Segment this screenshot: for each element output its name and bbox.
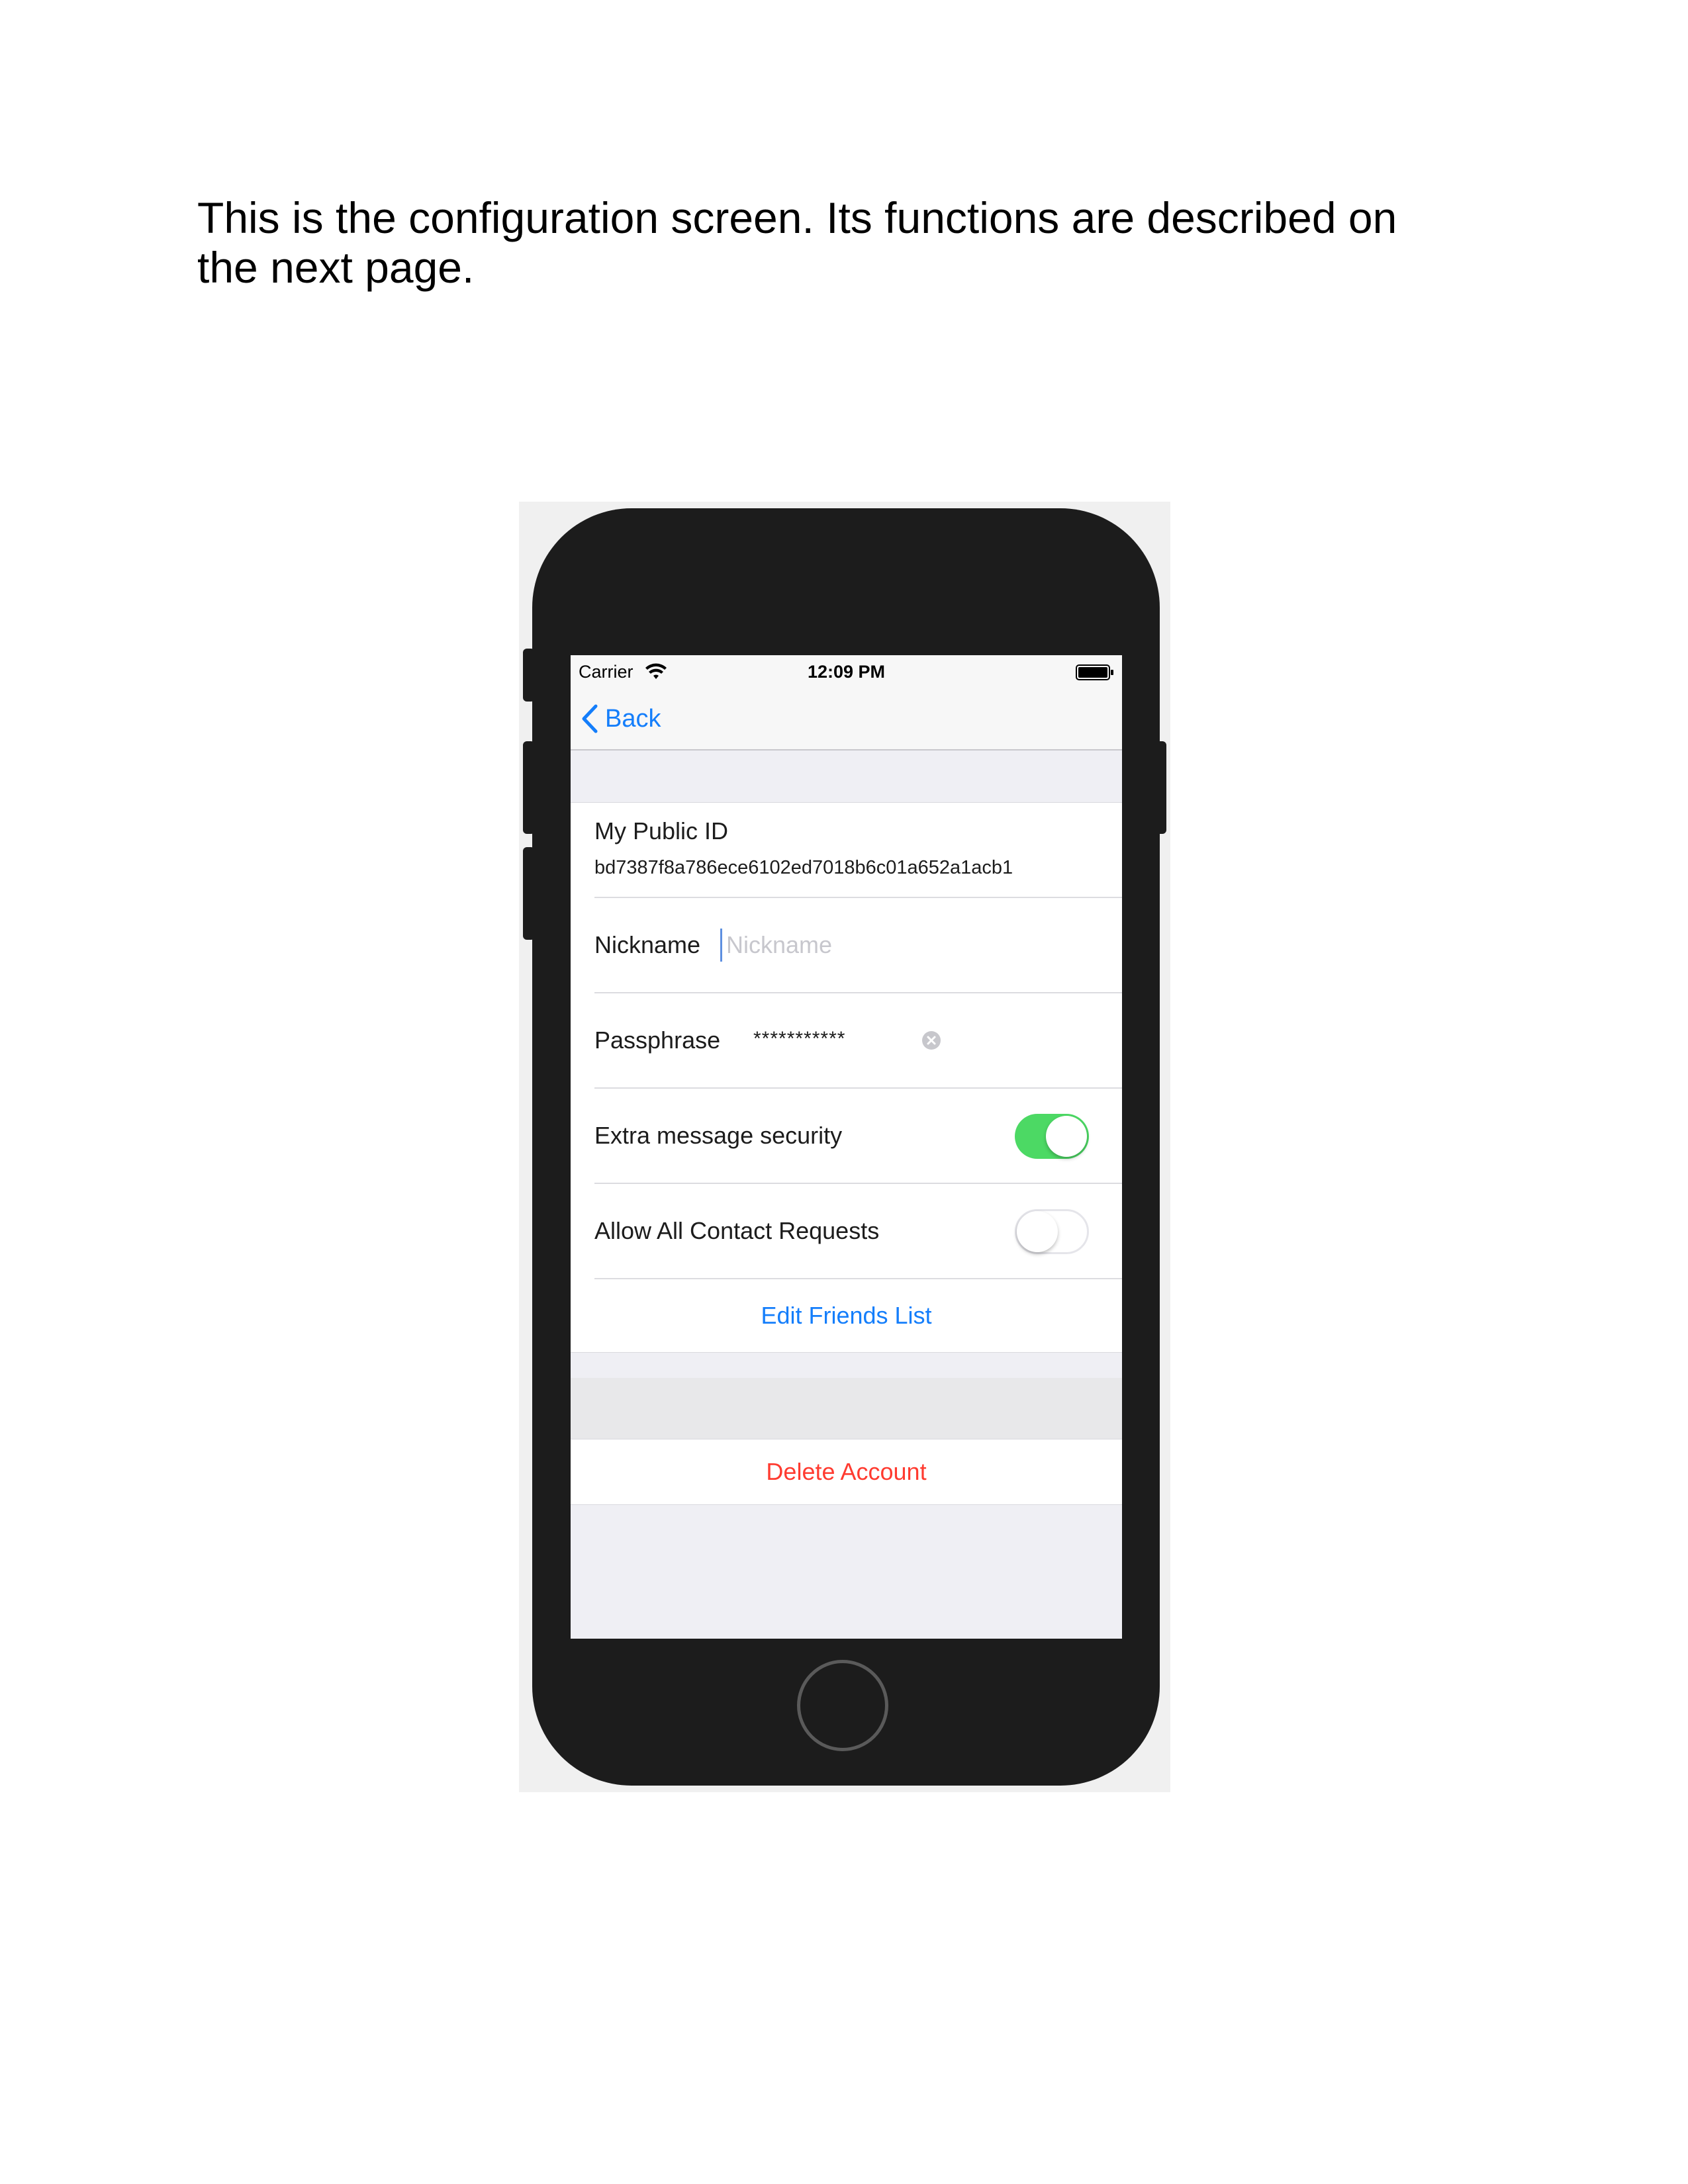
status-time: 12:09 PM (807, 662, 886, 682)
edit-friends-button[interactable]: Edit Friends List (571, 1302, 1122, 1330)
nickname-row: Nickname (571, 898, 1122, 993)
passphrase-field[interactable]: *********** (753, 1028, 845, 1050)
edit-friends-row[interactable]: Edit Friends List (571, 1279, 1122, 1352)
extra-security-row: Extra message security (571, 1089, 1122, 1184)
clear-icon[interactable] (921, 1030, 941, 1050)
nickname-input[interactable] (720, 929, 1097, 962)
passphrase-label: Passphrase (594, 1026, 721, 1054)
settings-group: My Public ID bd7387f8a786ece6102ed7018b6… (571, 802, 1122, 1353)
extra-security-toggle[interactable] (1015, 1114, 1089, 1159)
delete-account-button[interactable]: Delete Account (571, 1458, 1122, 1486)
allow-requests-row: Allow All Contact Requests (571, 1184, 1122, 1279)
section-spacer (571, 1378, 1122, 1439)
phone-screen: Carrier 12:09 PM Back My Public ID bd738… (571, 655, 1122, 1639)
page-caption: This is the configuration screen. Its fu… (197, 193, 1488, 293)
navigation-bar: Carrier 12:09 PM Back (571, 655, 1122, 751)
toggle-knob (1046, 1116, 1087, 1157)
allow-requests-label: Allow All Contact Requests (594, 1217, 880, 1244)
document-page: This is the configuration screen. Its fu… (0, 0, 1688, 2184)
passphrase-row: Passphrase *********** (571, 993, 1122, 1089)
back-button[interactable]: Back (581, 700, 661, 737)
public-id-row: My Public ID bd7387f8a786ece6102ed7018b6… (571, 803, 1122, 898)
caption-line-2: the next page. (197, 243, 475, 292)
battery-icon (1076, 664, 1113, 680)
delete-group: Delete Account (571, 1439, 1122, 1505)
caption-line-1: This is the configuration screen. Its fu… (197, 193, 1397, 242)
allow-requests-toggle[interactable] (1015, 1209, 1089, 1254)
nickname-label: Nickname (594, 931, 701, 958)
back-label: Back (605, 704, 661, 733)
public-id-label: My Public ID (594, 817, 729, 844)
extra-security-label: Extra message security (594, 1122, 843, 1149)
toggle-knob (1017, 1211, 1058, 1252)
public-id-value: bd7387f8a786ece6102ed7018b6c01a652a1acb1 (594, 857, 1013, 878)
home-button[interactable] (797, 1660, 888, 1751)
delete-account-row[interactable]: Delete Account (571, 1439, 1122, 1504)
chevron-left-icon (582, 704, 598, 733)
